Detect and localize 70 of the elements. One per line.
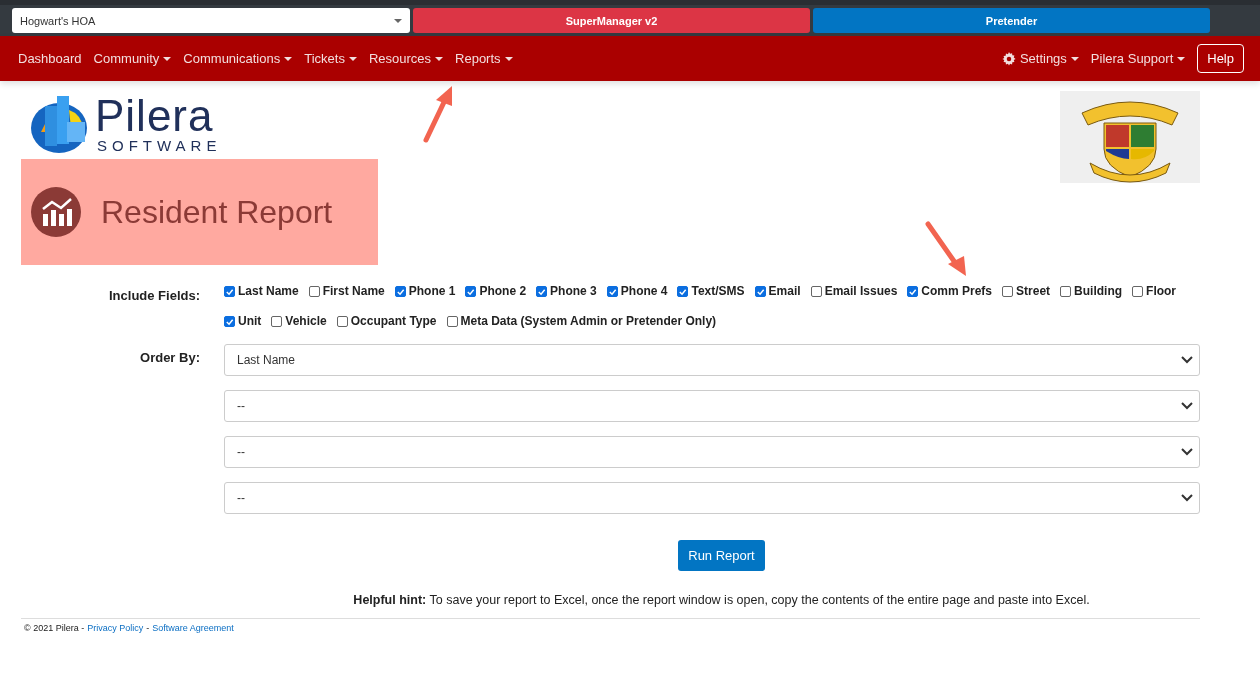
checkbox[interactable] (271, 315, 283, 327)
chevron-icon (1181, 402, 1193, 410)
annotation-arrow (423, 86, 452, 143)
nav-menu-item[interactable]: Communications (177, 45, 299, 72)
help-button[interactable]: Help (1197, 44, 1244, 73)
checkbox-option[interactable]: Comm Prefs (907, 282, 993, 300)
checkbox-option[interactable]: Phone 3 (536, 282, 597, 300)
checkbox-option[interactable]: Email Issues (810, 282, 898, 300)
run-report-button[interactable]: Run Report (678, 540, 765, 571)
annotation-arrow (925, 221, 966, 276)
checkbox[interactable] (465, 285, 477, 297)
caret-icon (394, 18, 402, 23)
field-label: Order By: (139, 349, 200, 367)
nav-menu-item[interactable]: Tickets (298, 45, 363, 72)
logo-name: Pilera (95, 94, 215, 138)
nav-menu-item[interactable]: Reports (449, 45, 519, 72)
checkbox-option[interactable]: Building (1060, 282, 1123, 300)
field-label: Include Fields: (108, 287, 200, 305)
chart-icon (31, 187, 81, 237)
checkbox[interactable] (394, 285, 406, 297)
nav-menu-item[interactable]: Resources (362, 45, 450, 72)
checkbox-option[interactable]: Last Name (224, 282, 299, 300)
checkbox[interactable] (1060, 285, 1072, 297)
footer-link[interactable]: Software Agreement (152, 623, 234, 633)
checkbox[interactable] (677, 285, 689, 297)
checkbox-option[interactable]: Email (754, 282, 801, 300)
page-title: Resident Report (101, 193, 333, 231)
checkbox[interactable] (224, 315, 235, 327)
checkbox[interactable] (1132, 285, 1144, 297)
checkbox[interactable] (446, 315, 458, 327)
chevron-icon (1181, 448, 1193, 456)
chevron-icon (1181, 494, 1193, 502)
nav-menu-item[interactable]: Dashboard (12, 45, 88, 72)
nav-menu-item[interactable]: Pilera Support (1084, 45, 1192, 72)
mode-button[interactable]: SuperManager v2 (413, 8, 810, 33)
checkbox[interactable] (907, 285, 919, 297)
checkbox-option[interactable]: Meta Data (System Admin or Pretender Only) (446, 312, 717, 330)
hint-text: Helpful hint: To save your report to Excel, once the report window is open, copy the contents of the entire page and paste into Excel. (352, 593, 1091, 607)
community-select[interactable]: Hogwart's HOA (12, 8, 410, 33)
checkbox[interactable] (1002, 285, 1014, 297)
checkbox-option[interactable]: Phone 1 (394, 282, 456, 300)
order-select[interactable]: -- (224, 390, 1200, 422)
footer-link[interactable]: Privacy Policy (87, 623, 144, 633)
checkbox-option[interactable]: Vehicle (271, 312, 327, 330)
checkbox[interactable] (336, 315, 348, 327)
checkbox-option[interactable]: Occupant Type (336, 312, 437, 330)
checkbox[interactable] (224, 285, 235, 297)
order-select[interactable]: -- (224, 436, 1200, 468)
checkbox-option[interactable]: Street (1002, 282, 1051, 300)
order-select[interactable]: -- (224, 482, 1200, 514)
checkbox[interactable] (536, 285, 548, 297)
order-select[interactable]: Last Name (224, 344, 1200, 376)
checkbox[interactable] (606, 285, 618, 297)
checkbox-option[interactable]: Unit (224, 312, 262, 330)
settings-icon (1001, 51, 1016, 66)
checkbox[interactable] (754, 285, 766, 297)
nav-menu-item[interactable]: Community (87, 45, 178, 72)
checkbox-option[interactable]: Phone 2 (465, 282, 527, 300)
checkbox-option[interactable]: Text/SMS (677, 282, 745, 300)
checkbox-option[interactable]: Floor (1132, 282, 1177, 300)
separator-text: - (146, 623, 150, 633)
logo-tagline: SOFTWARE (97, 138, 222, 154)
checkbox-option[interactable]: First Name (308, 282, 385, 300)
chevron-icon (1181, 356, 1193, 364)
checkbox[interactable] (308, 285, 320, 297)
nav-menu-item[interactable]: Settings (995, 45, 1085, 72)
checkbox[interactable] (810, 285, 822, 297)
checkbox-option[interactable]: Phone 4 (606, 282, 668, 300)
copyright-text: © 2021 Pilera - (24, 623, 85, 633)
mode-button[interactable]: Pretender (813, 8, 1210, 33)
